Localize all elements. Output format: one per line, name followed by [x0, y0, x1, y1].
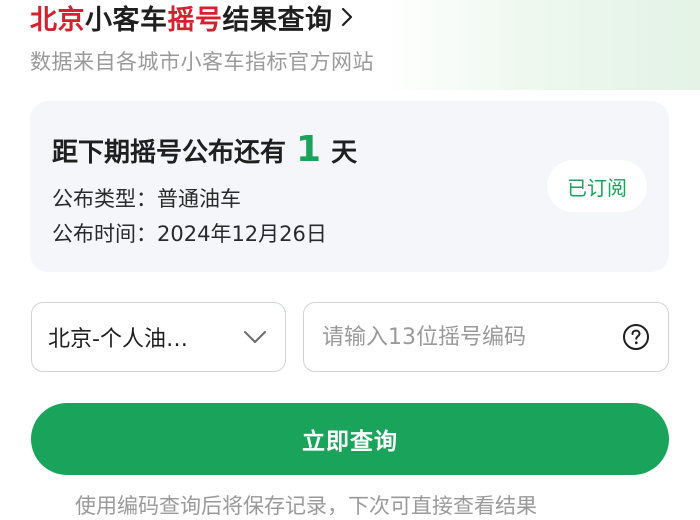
title-lottery: 摇号 — [167, 4, 223, 36]
chevron-right-icon — [341, 6, 355, 28]
page-title-link[interactable]: 北京 小客车 摇号 结果查询 — [30, 0, 374, 36]
subscribed-button[interactable]: 已订阅 — [547, 160, 647, 212]
publish-time: 公布时间：2024年12月26日 — [52, 222, 327, 246]
code-input-box — [303, 302, 669, 372]
countdown-days: 1 — [296, 129, 322, 170]
footer-note: 使用编码查询后将保存记录，下次可直接查看结果 — [75, 494, 537, 518]
countdown-card: 距下期摇号公布还有 1 天 公布类型：普通油车 公布时间：2024年12月26日… — [30, 101, 669, 272]
query-button[interactable]: 立即查询 — [31, 403, 669, 475]
publish-type: 公布类型：普通油车 — [52, 187, 241, 211]
countdown-unit: 天 — [331, 138, 358, 168]
title-city: 北京 — [30, 4, 85, 36]
countdown-prefix: 距下期摇号公布还有 — [52, 138, 287, 168]
title-vehicle: 小客车 — [85, 4, 168, 36]
header: 北京 小客车 摇号 结果查询 数据来自各城市小客车指标官方网站 — [30, 0, 374, 76]
lottery-code-input[interactable] — [320, 323, 622, 351]
category-value: 北京-个人油… — [48, 327, 188, 352]
countdown-text: 距下期摇号公布还有 1 天 — [52, 129, 357, 170]
chevron-down-icon — [243, 329, 269, 345]
page-subtitle: 数据来自各城市小客车指标官方网站 — [30, 50, 374, 74]
title-query: 结果查询 — [222, 4, 333, 36]
question-circle-icon[interactable] — [622, 323, 650, 351]
category-select[interactable]: 北京-个人油… — [31, 302, 286, 372]
